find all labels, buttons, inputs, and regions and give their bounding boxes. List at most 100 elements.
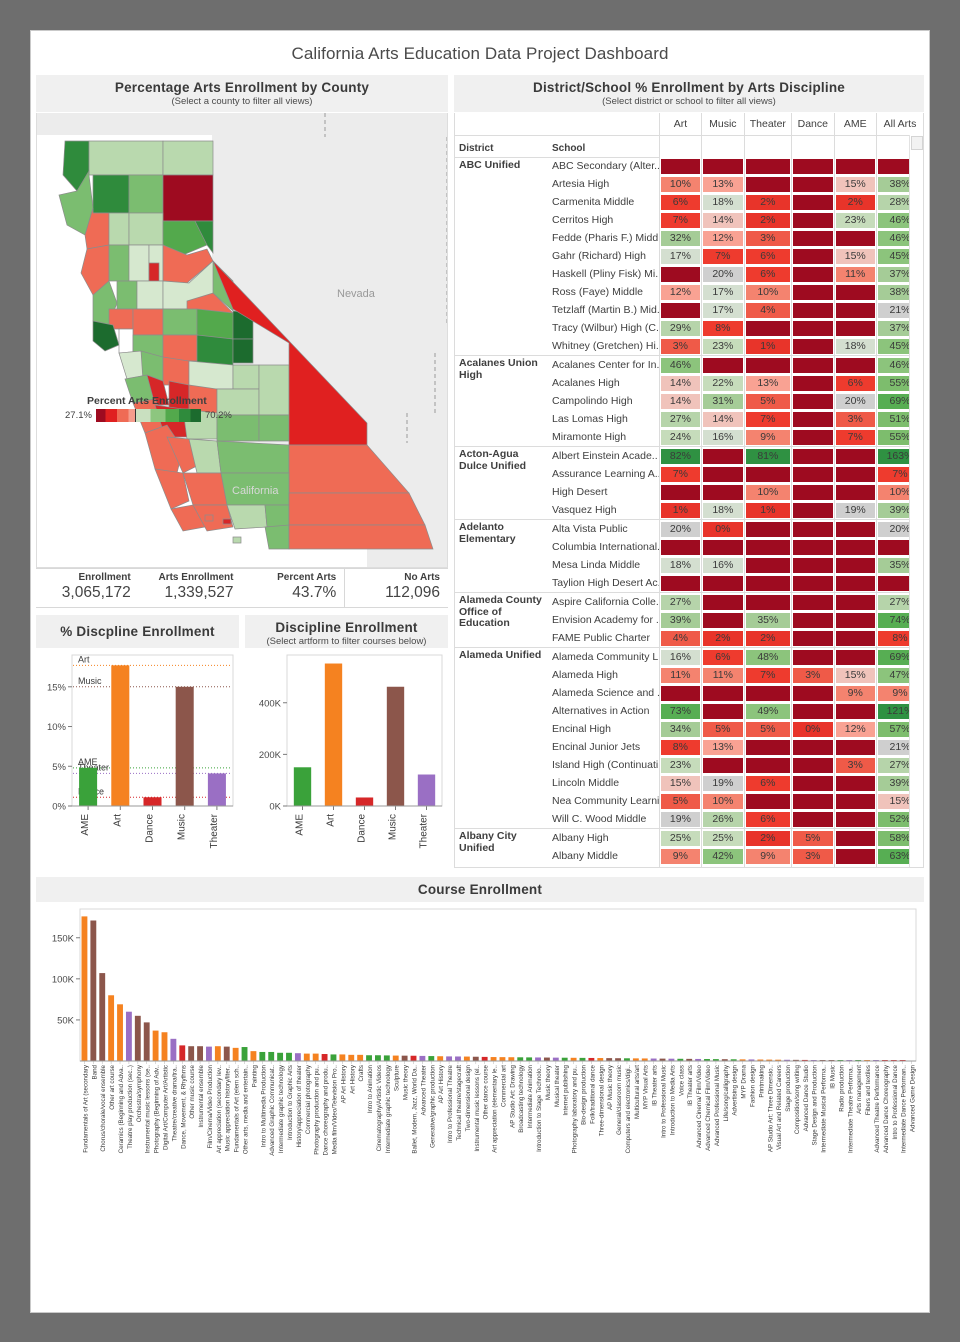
table-value-cell[interactable]: [743, 538, 792, 556]
table-value-cell[interactable]: [743, 519, 792, 538]
table-value-cell[interactable]: 15%: [833, 247, 877, 265]
table-school-cell[interactable]: Alameda Community L..: [547, 647, 660, 666]
table-value-cell[interactable]: 1%: [743, 501, 792, 520]
table-value-cell[interactable]: 6%: [743, 810, 792, 829]
table-value-cell[interactable]: [791, 738, 835, 756]
table-value-cell[interactable]: [833, 283, 877, 301]
table-value-cell[interactable]: [743, 465, 792, 483]
table-value-cell[interactable]: [833, 611, 877, 629]
table-value-cell[interactable]: [791, 355, 835, 374]
table-value-cell[interactable]: [833, 810, 877, 829]
table-row[interactable]: Alameda Unified Alameda Community L.. 16% 6…: [455, 647, 923, 829]
table-value-cell[interactable]: [791, 483, 835, 501]
table-value-cell[interactable]: 10%: [658, 175, 702, 193]
table-value-cell[interactable]: [743, 792, 792, 810]
table-value-cell[interactable]: [701, 157, 745, 175]
table-school-cell[interactable]: Nea Community Learni..: [548, 792, 659, 810]
table-value-cell[interactable]: 31%: [701, 392, 745, 410]
table-value-cell[interactable]: 0%: [791, 720, 835, 738]
table-value-cell[interactable]: [791, 519, 835, 538]
table-row[interactable]: Acalanes Union High Acalanes Center for I…: [455, 355, 923, 447]
table-school-cell[interactable]: Miramonte High: [548, 428, 659, 447]
table-value-cell[interactable]: 19%: [833, 501, 877, 520]
table-value-cell[interactable]: 9%: [658, 847, 702, 865]
table-school-cell[interactable]: Acalanes High: [548, 374, 659, 392]
table-value-cell[interactable]: [791, 374, 835, 392]
table-value-cell[interactable]: 3%: [833, 410, 877, 428]
table-value-cell[interactable]: [658, 483, 702, 501]
table-school-cell[interactable]: Cerritos High: [548, 211, 659, 229]
table-value-cell[interactable]: [791, 301, 835, 319]
table-value-cell[interactable]: 2%: [743, 828, 792, 847]
district-school-table[interactable]: Art Music Theater Dance AME All Arts Dis…: [454, 113, 924, 868]
table-school-cell[interactable]: Alameda High: [548, 666, 659, 684]
table-value-cell[interactable]: 25%: [658, 828, 702, 847]
table-district-cell[interactable]: Alameda Unified: [455, 647, 548, 829]
table-value-cell[interactable]: [743, 319, 792, 337]
table-value-cell[interactable]: 19%: [701, 774, 745, 792]
table-value-cell[interactable]: [791, 410, 835, 428]
table-value-cell[interactable]: 27%: [658, 410, 702, 428]
table-value-cell[interactable]: 12%: [658, 283, 702, 301]
table-value-cell[interactable]: 1%: [658, 501, 702, 520]
table-school-cell[interactable]: Las Lomas High: [548, 410, 659, 428]
table-value-cell[interactable]: 13%: [701, 175, 745, 193]
table-value-cell[interactable]: [833, 319, 877, 337]
table-value-cell[interactable]: 3%: [658, 337, 702, 356]
table-value-cell[interactable]: 1%: [743, 337, 792, 356]
table-value-cell[interactable]: 13%: [743, 374, 792, 392]
table-value-cell[interactable]: [791, 810, 835, 829]
table-value-cell[interactable]: [701, 865, 745, 867]
table-value-cell[interactable]: 16%: [658, 647, 702, 666]
table-value-cell[interactable]: 18%: [701, 501, 745, 520]
table-value-cell[interactable]: 7%: [743, 410, 792, 428]
table-value-cell[interactable]: 29%: [658, 319, 702, 337]
table-value-cell[interactable]: [791, 501, 835, 520]
table-school-cell[interactable]: FAME Public Charter: [548, 629, 659, 648]
table-school-cell[interactable]: Aspire California Colle..: [547, 592, 660, 611]
table-value-cell[interactable]: [791, 265, 835, 283]
table-value-cell[interactable]: 17%: [701, 301, 745, 319]
table-value-cell[interactable]: [791, 465, 835, 483]
table-value-cell[interactable]: [791, 247, 835, 265]
table-value-cell[interactable]: 48%: [743, 647, 792, 666]
table-school-cell[interactable]: Tracy (Wilbur) High (C..: [548, 319, 659, 337]
table-value-cell[interactable]: [833, 483, 877, 501]
table-value-cell[interactable]: [658, 301, 702, 319]
table-value-cell[interactable]: 3%: [791, 847, 835, 865]
table-value-cell[interactable]: [833, 702, 877, 720]
table-value-cell[interactable]: [791, 193, 835, 211]
table-school-cell[interactable]: Ross (Faye) Middle: [548, 283, 659, 301]
table-value-cell[interactable]: 15%: [833, 666, 877, 684]
table-value-cell[interactable]: [791, 684, 835, 702]
table-district-cell[interactable]: Albany City Unified: [455, 828, 548, 867]
discipline-plot[interactable]: 0K 200K 400K AME Art Dance Music Theater: [245, 649, 448, 869]
table-value-cell[interactable]: 6%: [701, 647, 745, 666]
table-value-cell[interactable]: 9%: [833, 684, 877, 702]
table-school-cell[interactable]: Vasquez High: [548, 501, 659, 520]
table-value-cell[interactable]: [791, 392, 835, 410]
table-value-cell[interactable]: 20%: [833, 392, 877, 410]
table-school-cell[interactable]: High Desert: [548, 483, 659, 501]
table-value-cell[interactable]: 5%: [701, 720, 745, 738]
table-value-cell[interactable]: 22%: [701, 374, 745, 392]
table-value-cell[interactable]: [791, 702, 835, 720]
table-district-cell[interactable]: Alameda County Office of Education: [455, 592, 548, 648]
table-value-cell[interactable]: [833, 446, 877, 465]
table-school-cell[interactable]: Alta Vista Public: [547, 519, 660, 538]
table-value-cell[interactable]: [701, 355, 745, 374]
table-value-cell[interactable]: 7%: [658, 211, 702, 229]
table-value-cell[interactable]: 26%: [701, 810, 745, 829]
table-value-cell[interactable]: 9%: [743, 847, 792, 865]
table-district-cell[interactable]: Acton-Agua Dulce Unified: [455, 446, 548, 520]
table-value-cell[interactable]: [833, 647, 877, 666]
table-value-cell[interactable]: 25%: [701, 828, 745, 847]
table-school-cell[interactable]: Alternatives in Action: [548, 702, 659, 720]
table-value-cell[interactable]: [791, 211, 835, 229]
table-value-cell[interactable]: [791, 556, 835, 574]
table-value-cell[interactable]: [791, 611, 835, 629]
table-value-cell[interactable]: [701, 756, 745, 774]
table-value-cell[interactable]: [701, 483, 745, 501]
table-value-cell[interactable]: 16%: [701, 428, 745, 447]
table-value-cell[interactable]: 7%: [743, 666, 792, 684]
